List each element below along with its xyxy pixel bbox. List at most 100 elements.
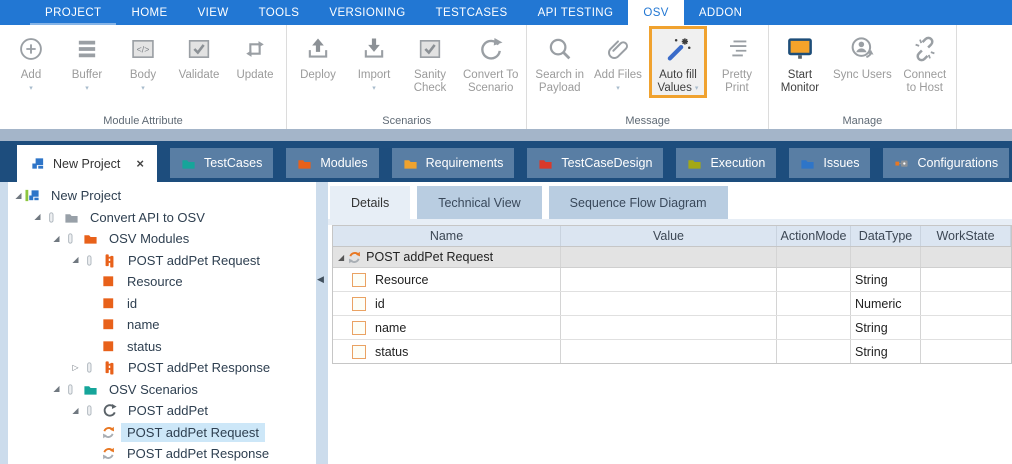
start-monitor-button[interactable]: StartMonitor [772, 28, 828, 96]
cell-data_type[interactable]: String [851, 268, 921, 291]
tab-configurations[interactable]: Configurations [883, 148, 1009, 178]
expander-open-icon[interactable]: ◢ [69, 255, 82, 265]
cell-data_type[interactable]: Numeric [851, 292, 921, 315]
tab-modules[interactable]: Modules [286, 148, 378, 178]
tree-item-resource[interactable]: Resource [8, 271, 316, 293]
search-in-payload-button[interactable]: Search inPayload [530, 28, 589, 96]
cell-data_type[interactable]: String [851, 340, 921, 363]
pretty-print-button[interactable]: PrettyPrint [709, 28, 765, 96]
expander-open-icon[interactable]: ◢ [69, 406, 82, 416]
deploy-button[interactable]: Deploy [290, 28, 346, 83]
menu-item-tools[interactable]: TOOLS [244, 0, 315, 25]
dropdown-caret-icon[interactable]: ▾ [372, 85, 376, 93]
table-group-row[interactable]: ◢POST addPet Request [333, 247, 1011, 268]
cell-action_mode[interactable] [777, 340, 851, 363]
cell-work_state[interactable] [921, 268, 1011, 291]
add-button[interactable]: Add▾ [3, 28, 59, 94]
tree-item-post-addpet-response[interactable]: ▷POST addPet Response [8, 357, 316, 379]
cell-value[interactable] [561, 316, 777, 339]
table-row-id[interactable]: id Numeric [333, 292, 1011, 316]
panel-splitter[interactable]: ◀ [316, 182, 328, 464]
dropdown-caret-icon[interactable]: ▾ [695, 85, 699, 92]
cell-value[interactable] [561, 340, 777, 363]
ribbon-group-message: Search inPayloadAdd Files▾Auto fillValue… [527, 25, 769, 129]
tree-item-post-addpet[interactable]: ◢POST addPet [8, 400, 316, 422]
splitter-collapse-icon[interactable]: ◀ [317, 274, 324, 285]
tree-item-id[interactable]: id [8, 293, 316, 315]
expander-open-icon[interactable]: ◢ [50, 234, 63, 244]
row-checkbox[interactable] [352, 345, 366, 359]
expander-open-icon[interactable]: ◢ [50, 384, 63, 394]
subtab-technical-view[interactable]: Technical View [417, 186, 541, 219]
body-button[interactable]: </>Body▾ [115, 28, 171, 94]
connect-to-host-button[interactable]: Connectto Host [897, 28, 953, 96]
expander-open-icon[interactable]: ◢ [12, 191, 25, 201]
tree-item-osv-modules[interactable]: ◢OSV Modules [8, 228, 316, 250]
tree-item-new-project[interactable]: ◢New Project [8, 185, 316, 207]
group-cell-value[interactable] [561, 247, 777, 267]
menu-item-addon[interactable]: ADDON [684, 0, 758, 25]
auto-fill-values-button[interactable]: Auto fillValues▾ [649, 26, 707, 98]
tab-issues[interactable]: Issues [789, 148, 870, 178]
cell-name[interactable]: id [333, 292, 561, 315]
expander-closed-icon[interactable]: ▷ [69, 363, 82, 373]
row-checkbox[interactable] [352, 321, 366, 335]
convert-to-scenario-button[interactable]: Convert ToScenario [458, 28, 523, 96]
dropdown-caret-icon[interactable]: ▾ [85, 85, 89, 93]
cell-name[interactable]: Resource [333, 268, 561, 291]
expander-open-icon[interactable]: ◢ [31, 212, 44, 222]
expander-open-icon[interactable]: ◢ [338, 253, 344, 262]
buffer-button[interactable]: Buffer▾ [59, 28, 115, 94]
cell-name[interactable]: status [333, 340, 561, 363]
tab-execution[interactable]: Execution [676, 148, 776, 178]
tree-item-post-addpet-request[interactable]: ◢POST addPet Request [8, 250, 316, 272]
dropdown-caret-icon[interactable]: ▾ [29, 85, 33, 93]
update-button[interactable]: Update [227, 28, 283, 83]
tree-item-osv-scenarios[interactable]: ◢OSV Scenarios [8, 379, 316, 401]
group-cell-data_type[interactable] [851, 247, 921, 267]
dropdown-caret-icon[interactable]: ▾ [616, 85, 620, 93]
cell-work_state[interactable] [921, 316, 1011, 339]
sanity-check-button[interactable]: SanityCheck [402, 28, 458, 96]
sync-users-button[interactable]: Sync Users [828, 28, 897, 83]
cell-work_state[interactable] [921, 292, 1011, 315]
row-checkbox[interactable] [352, 297, 366, 311]
tree-item-post-addpet-request[interactable]: POST addPet Request [8, 422, 316, 444]
menu-item-project[interactable]: PROJECT [30, 0, 116, 25]
tree-item-name[interactable]: name [8, 314, 316, 336]
cell-value[interactable] [561, 292, 777, 315]
group-cell-work_state[interactable] [921, 247, 1011, 267]
menu-item-osv[interactable]: OSV [628, 0, 684, 25]
subtab-details[interactable]: Details [330, 186, 410, 219]
subtab-sequence-flow-diagram[interactable]: Sequence Flow Diagram [549, 186, 728, 219]
menu-item-testcases[interactable]: TESTCASES [421, 0, 523, 25]
cell-action_mode[interactable] [777, 292, 851, 315]
validate-button[interactable]: Validate [171, 28, 227, 83]
table-row-name[interactable]: name String [333, 316, 1011, 340]
cell-value[interactable] [561, 268, 777, 291]
table-row-resource[interactable]: Resource String [333, 268, 1011, 292]
tab-testcasedesign[interactable]: TestCaseDesign [527, 148, 663, 178]
tab-requirements[interactable]: Requirements [392, 148, 515, 178]
cell-work_state[interactable] [921, 340, 1011, 363]
group-cell-action_mode[interactable] [777, 247, 851, 267]
table-row-status[interactable]: status String [333, 340, 1011, 363]
menu-item-api-testing[interactable]: API TESTING [523, 0, 629, 25]
dropdown-caret-icon[interactable]: ▾ [141, 85, 145, 93]
tree-item-status[interactable]: status [8, 336, 316, 358]
import-button[interactable]: Import▾ [346, 28, 402, 94]
add-files-button[interactable]: Add Files▾ [589, 28, 647, 94]
cell-action_mode[interactable] [777, 316, 851, 339]
tree-item-convert-api-to-osv[interactable]: ◢Convert API to OSV [8, 207, 316, 229]
menu-item-view[interactable]: VIEW [183, 0, 244, 25]
close-icon[interactable]: × [136, 158, 144, 170]
cell-action_mode[interactable] [777, 268, 851, 291]
tab-new-project[interactable]: New Project× [17, 145, 157, 182]
menu-item-home[interactable]: HOME [116, 0, 182, 25]
cell-data_type[interactable]: String [851, 316, 921, 339]
tab-testcases[interactable]: TestCases [170, 148, 273, 178]
row-checkbox[interactable] [352, 273, 366, 287]
tree-item-post-addpet-response[interactable]: POST addPet Response [8, 443, 316, 464]
cell-name[interactable]: name [333, 316, 561, 339]
menu-item-versioning[interactable]: VERSIONING [314, 0, 420, 25]
